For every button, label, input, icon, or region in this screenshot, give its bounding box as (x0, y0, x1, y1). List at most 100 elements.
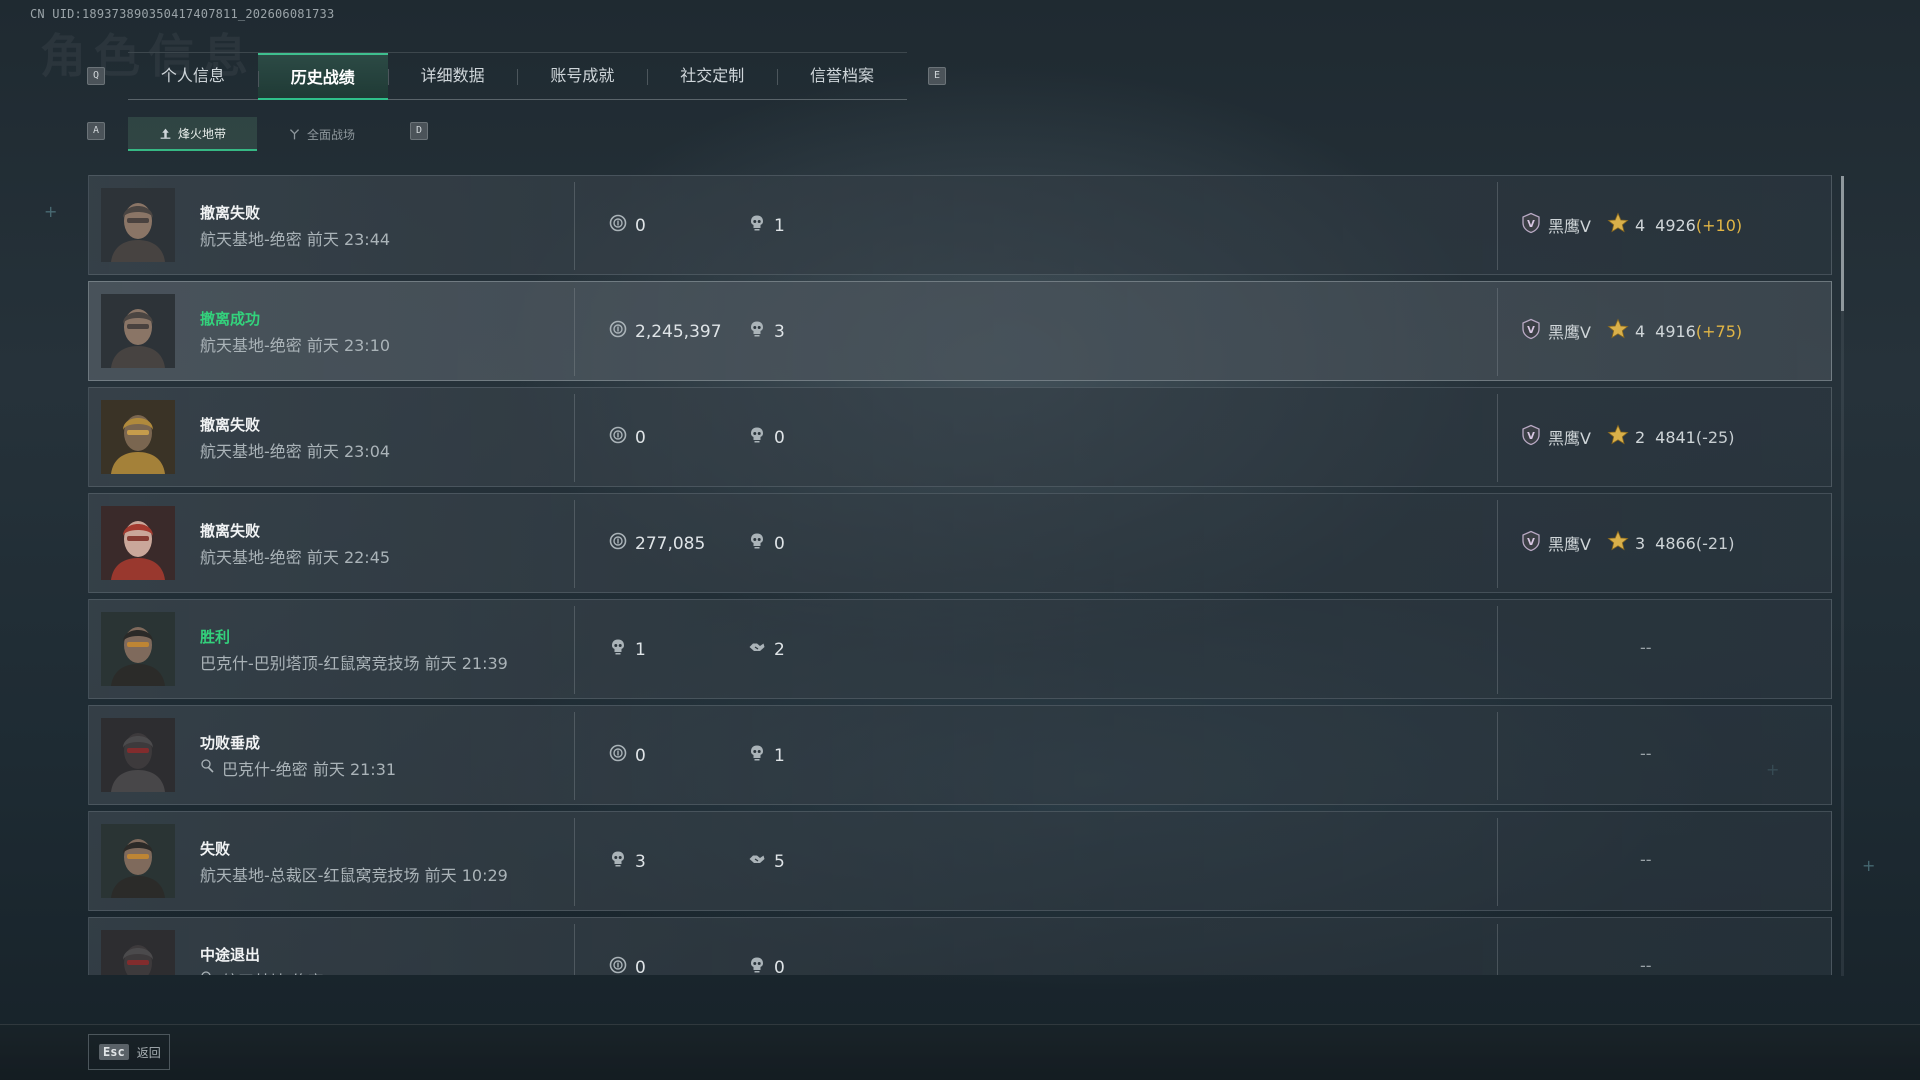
stat-primary-value: 0 (635, 427, 646, 448)
match-result: 撤离失败 (200, 416, 261, 434)
column-divider (574, 818, 575, 906)
coin-icon (609, 956, 627, 975)
column-divider (574, 182, 575, 270)
match-record-row[interactable]: 撤离失败 航天基地-绝密 前天 23:44 0 1 V 黑鹰V 4 4926 (+… (88, 175, 1832, 275)
map-search-icon (200, 758, 216, 778)
match-result: 撤离成功 (200, 310, 261, 328)
stat-secondary-value: 5 (774, 851, 785, 872)
kill-icon (748, 320, 766, 343)
stat-primary: 0 (609, 956, 646, 975)
match-result: 撤离失败 (200, 522, 261, 540)
star-level: 4 (1634, 215, 1646, 235)
rank-points: 4926 (1655, 215, 1696, 235)
battlefield-mode-icon (289, 128, 300, 139)
svg-text:V: V (1527, 325, 1535, 336)
stat-primary: 3 (609, 850, 646, 873)
rank-points-delta: (-21) (1695, 533, 1735, 553)
star-icon (1607, 424, 1629, 450)
rank-badge-icon: V (1520, 424, 1542, 450)
column-divider (1497, 500, 1498, 588)
rank-points: 4841 (1655, 427, 1696, 447)
subtab-next-key[interactable]: D (410, 122, 428, 140)
tab-reputation[interactable]: 信誉档案 (777, 53, 907, 99)
tab-detailed-data[interactable]: 详细数据 (387, 53, 518, 99)
match-record-row[interactable]: 中途退出 航天基地-绝密 06-05 23:21 0 0 -- (88, 917, 1832, 975)
stat-secondary-value: 2 (774, 639, 785, 660)
rank-info: V 黑鹰V 3 4866 (-21) (1520, 530, 1734, 556)
match-map-time: 航天基地-绝密 前天 23:04 (200, 438, 390, 462)
match-result: 失败 (200, 840, 231, 858)
operator-avatar (101, 612, 175, 686)
stat-secondary: 5 (748, 850, 785, 873)
column-divider (1497, 288, 1498, 376)
rank-name: 黑鹰V (1548, 535, 1591, 554)
column-divider (574, 924, 575, 975)
kill-icon (748, 426, 766, 449)
match-map-time: 航天基地-绝密 06-05 23:21 (200, 968, 427, 975)
subtab-full-battlefield[interactable]: 全面战场 (257, 117, 386, 151)
rank-points: 4916 (1655, 321, 1696, 341)
rank-points-delta: (+10) (1695, 215, 1743, 235)
tab-next-key[interactable]: E (928, 67, 946, 85)
column-divider (1497, 606, 1498, 694)
match-map-time: 巴克什-绝密 前天 21:31 (200, 756, 396, 780)
back-button[interactable]: Esc 返回 (88, 1034, 170, 1070)
match-map-time: 航天基地-绝密 前天 23:10 (200, 332, 390, 356)
map-time-text: 航天基地-绝密 前天 23:10 (200, 336, 391, 355)
column-divider (574, 606, 575, 694)
stat-secondary: 1 (748, 744, 785, 767)
scrollbar-thumb[interactable] (1841, 176, 1844, 311)
match-record-row[interactable]: 失败 航天基地-总裁区-红鼠窝竞技场 前天 10:29 3 5 -- (88, 811, 1832, 911)
kill-icon (748, 214, 766, 237)
match-result: 功败垂成 (200, 734, 261, 752)
map-time-text: 航天基地-绝密 前天 22:45 (200, 548, 391, 567)
star-icon (1607, 530, 1629, 556)
coin-icon (609, 214, 627, 237)
main-tabs: 个人信息 历史战绩 详细数据 账号成就 社交定制 信誉档案 (128, 52, 907, 100)
stat-secondary: 0 (748, 532, 785, 555)
operator-avatar (101, 506, 175, 580)
rank-name: 黑鹰V (1548, 429, 1591, 448)
tab-prev-key[interactable]: Q (87, 67, 105, 85)
decor-plus-icon: + (44, 202, 58, 221)
rank-empty: -- (1640, 850, 1652, 869)
map-time-text: 航天基地-绝密 前天 23:44 (200, 230, 391, 249)
column-divider (574, 394, 575, 482)
column-divider (574, 712, 575, 800)
stat-primary: 2,245,397 (609, 320, 722, 343)
match-history-list: 撤离失败 航天基地-绝密 前天 23:44 0 1 V 黑鹰V 4 4926 (+… (88, 175, 1832, 975)
tab-achievements[interactable]: 账号成就 (517, 53, 647, 99)
kill-icon (609, 850, 627, 873)
tab-personal-info[interactable]: 个人信息 (128, 53, 258, 99)
tab-match-history[interactable]: 历史战绩 (257, 53, 388, 100)
map-time-text: 巴克什-巴别塔顶-红鼠窝竞技场 前天 21:39 (200, 654, 508, 673)
esc-key-label: Esc (99, 1044, 129, 1060)
rank-badge-icon: V (1520, 530, 1542, 556)
stat-secondary: 2 (748, 638, 785, 661)
coin-icon (609, 744, 627, 767)
operator-avatar (101, 400, 175, 474)
coin-icon (609, 532, 627, 555)
match-record-row[interactable]: 撤离失败 航天基地-绝密 前天 22:45 277,085 0 V 黑鹰V 3 … (88, 493, 1832, 593)
map-time-text: 航天基地-绝密 前天 23:04 (200, 442, 391, 461)
match-record-row[interactable]: 功败垂成 巴克什-绝密 前天 21:31 0 1 -- (88, 705, 1832, 805)
subtab-prev-key[interactable]: A (87, 122, 105, 140)
coin-icon (609, 426, 627, 449)
stat-secondary-value: 0 (774, 957, 785, 976)
svg-text:V: V (1527, 219, 1535, 230)
operator-avatar (101, 824, 175, 898)
match-record-row[interactable]: 胜利 巴克什-巴别塔顶-红鼠窝竞技场 前天 21:39 1 2 -- (88, 599, 1832, 699)
kill-icon (748, 744, 766, 767)
rank-empty: -- (1640, 744, 1652, 763)
stat-secondary: 0 (748, 956, 785, 975)
rank-points-delta: (+75) (1695, 321, 1743, 341)
subtab-extraction-zone[interactable]: 烽火地带 (128, 117, 257, 151)
map-time-text: 航天基地-绝密 06-05 23:21 (222, 968, 427, 975)
rank-empty: -- (1640, 638, 1652, 657)
column-divider (1497, 924, 1498, 975)
match-record-row[interactable]: 撤离成功 航天基地-绝密 前天 23:10 2,245,397 3 V 黑鹰V … (88, 281, 1832, 381)
match-record-row[interactable]: 撤离失败 航天基地-绝密 前天 23:04 0 0 V 黑鹰V 2 4841 (-… (88, 387, 1832, 487)
stat-primary-value: 3 (635, 851, 646, 872)
tab-social-customize[interactable]: 社交定制 (647, 53, 777, 99)
star-level: 2 (1634, 427, 1646, 447)
